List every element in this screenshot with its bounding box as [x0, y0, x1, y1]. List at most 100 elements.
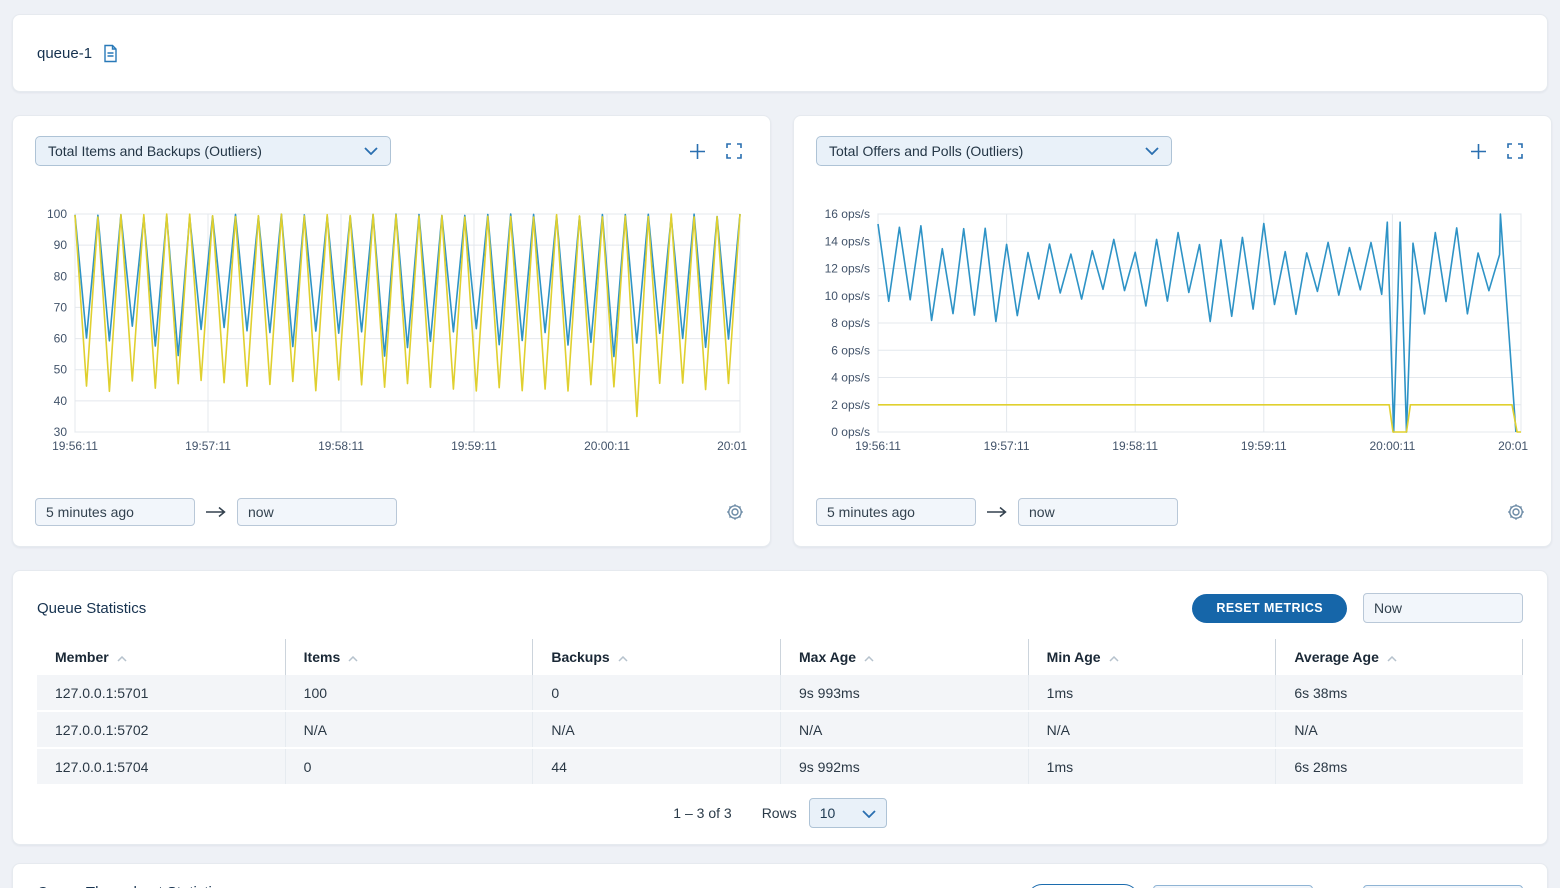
- metric-selector-value: Total Offers and Polls (Outliers): [829, 143, 1023, 159]
- svg-text:19:57:11: 19:57:11: [984, 439, 1030, 453]
- expand-icon[interactable]: [1507, 143, 1523, 159]
- svg-text:16 ops/s: 16 ops/s: [825, 207, 870, 221]
- metric-selector-offers-polls[interactable]: Total Offers and Polls (Outliers): [816, 136, 1172, 166]
- sort-caret-icon: [864, 649, 874, 665]
- items-backups-line-chart: 100 90 80 70 60 50 40 3019:56:11 19:57:11 19:58:1…: [35, 206, 748, 463]
- svg-text:70: 70: [54, 300, 68, 314]
- svg-text:20:00:11: 20:00:11: [1369, 439, 1415, 453]
- cell-max-age: 9s 992ms: [780, 749, 1028, 784]
- throughput-action-button[interactable]: [1027, 884, 1139, 888]
- rows-per-page-label: Rows: [762, 805, 797, 821]
- rows-per-page-select[interactable]: 10: [809, 798, 887, 828]
- cell-average-age: N/A: [1275, 712, 1523, 747]
- cell-backups: N/A: [532, 712, 780, 747]
- svg-text:6 ops/s: 6 ops/s: [831, 343, 870, 357]
- svg-text:100: 100: [47, 207, 67, 221]
- section-title-throughput: Queue Throughput Statistics: [37, 884, 227, 888]
- svg-text:19:58:11: 19:58:11: [318, 439, 364, 453]
- expand-icon[interactable]: [726, 143, 742, 159]
- cell-items: 0: [285, 749, 533, 784]
- column-header-backups[interactable]: Backups: [532, 639, 780, 675]
- cell-member: 127.0.0.1:5702: [37, 712, 285, 747]
- table-header-row: Member Items Backups Max Age Min Age: [37, 639, 1523, 675]
- svg-text:30: 30: [54, 425, 68, 439]
- arrow-right-icon: [205, 506, 227, 518]
- metric-selector-items-backups[interactable]: Total Items and Backups (Outliers): [35, 136, 391, 166]
- chart-panel-offers-polls: Total Offers and Polls (Outliers): [793, 115, 1552, 547]
- svg-text:19:57:11: 19:57:11: [185, 439, 231, 453]
- svg-text:10 ops/s: 10 ops/s: [825, 289, 870, 303]
- cell-average-age: 6s 28ms: [1275, 749, 1523, 784]
- add-chart-icon[interactable]: [689, 143, 706, 160]
- page: queue-1 Total Items and Backups (Outlier…: [0, 0, 1560, 888]
- cell-min-age: 1ms: [1028, 675, 1276, 710]
- cell-member: 127.0.0.1:5701: [37, 675, 285, 710]
- svg-text:12 ops/s: 12 ops/s: [825, 262, 870, 276]
- charts-row: Total Items and Backups (Outliers): [12, 115, 1548, 547]
- cell-average-age: 6s 38ms: [1275, 675, 1523, 710]
- svg-text:19:58:11: 19:58:11: [1112, 439, 1158, 453]
- chevron-down-icon: [862, 805, 876, 821]
- svg-text:19:59:11: 19:59:11: [1241, 439, 1287, 453]
- table-row[interactable]: 127.0.0.1:5704 0 44 9s 992ms 1ms 6s 28ms: [37, 749, 1523, 786]
- svg-text:19:59:11: 19:59:11: [451, 439, 497, 453]
- queue-header-card: queue-1: [12, 14, 1548, 92]
- cell-max-age: 9s 993ms: [780, 675, 1028, 710]
- queue-statistics-panel: Queue Statistics RESET METRICS Member It…: [12, 570, 1548, 845]
- column-header-items[interactable]: Items: [285, 639, 533, 675]
- cell-items: 100: [285, 675, 533, 710]
- page-title: queue-1: [37, 45, 92, 62]
- table-row[interactable]: 127.0.0.1:5701 100 0 9s 993ms 1ms 6s 38m…: [37, 675, 1523, 712]
- reset-metrics-button[interactable]: RESET METRICS: [1192, 594, 1347, 623]
- svg-text:20:01:11: 20:01:11: [717, 439, 748, 453]
- cell-items: N/A: [285, 712, 533, 747]
- svg-text:90: 90: [54, 238, 68, 252]
- time-to-input[interactable]: [237, 498, 397, 526]
- chevron-down-icon: [1145, 142, 1159, 160]
- column-header-member[interactable]: Member: [37, 639, 285, 675]
- queue-statistics-table: Member Items Backups Max Age Min Age: [37, 639, 1523, 786]
- svg-text:60: 60: [54, 332, 68, 346]
- cell-max-age: N/A: [780, 712, 1028, 747]
- svg-text:19:56:11: 19:56:11: [855, 439, 901, 453]
- svg-text:0 ops/s: 0 ops/s: [831, 425, 870, 439]
- svg-text:20:00:11: 20:00:11: [584, 439, 630, 453]
- cell-min-age: N/A: [1028, 712, 1276, 747]
- cell-min-age: 1ms: [1028, 749, 1276, 784]
- column-header-max-age[interactable]: Max Age: [780, 639, 1028, 675]
- column-header-average-age[interactable]: Average Age: [1275, 639, 1523, 675]
- svg-text:19:56:11: 19:56:11: [52, 439, 98, 453]
- chevron-down-icon: [364, 142, 378, 160]
- offers-polls-line-chart: 16 ops/s14 ops/s12 ops/s10 ops/s8 ops/s6…: [816, 206, 1529, 463]
- svg-text:14 ops/s: 14 ops/s: [825, 234, 870, 248]
- chart-panel-items-backups: Total Items and Backups (Outliers): [12, 115, 771, 547]
- document-icon[interactable]: [102, 44, 119, 63]
- stats-time-input[interactable]: [1363, 593, 1523, 623]
- time-from-input[interactable]: [35, 498, 195, 526]
- time-to-input[interactable]: [1018, 498, 1178, 526]
- cell-backups: 44: [532, 749, 780, 784]
- svg-text:80: 80: [54, 269, 68, 283]
- svg-text:40: 40: [54, 394, 68, 408]
- pagination: 1 – 3 of 3 Rows 10: [37, 798, 1523, 828]
- rows-per-page-value: 10: [820, 805, 836, 821]
- gear-icon[interactable]: [1507, 503, 1525, 521]
- cell-backups: 0: [532, 675, 780, 710]
- add-chart-icon[interactable]: [1470, 143, 1487, 160]
- metric-selector-value: Total Items and Backups (Outliers): [48, 143, 262, 159]
- gear-icon[interactable]: [726, 503, 744, 521]
- sort-caret-icon: [117, 649, 127, 665]
- table-row[interactable]: 127.0.0.1:5702 N/A N/A N/A N/A N/A: [37, 712, 1523, 749]
- time-from-input[interactable]: [816, 498, 976, 526]
- svg-text:50: 50: [54, 363, 68, 377]
- svg-text:4 ops/s: 4 ops/s: [831, 371, 870, 385]
- cell-member: 127.0.0.1:5704: [37, 749, 285, 784]
- sort-caret-icon: [618, 649, 628, 665]
- column-header-min-age[interactable]: Min Age: [1028, 639, 1276, 675]
- section-title: Queue Statistics: [37, 600, 146, 617]
- sort-caret-icon: [1387, 649, 1397, 665]
- sort-caret-icon: [1109, 649, 1119, 665]
- pagination-range: 1 – 3 of 3: [673, 805, 731, 821]
- svg-text:20:01:11: 20:01:11: [1498, 439, 1529, 453]
- arrow-right-icon: [986, 506, 1008, 518]
